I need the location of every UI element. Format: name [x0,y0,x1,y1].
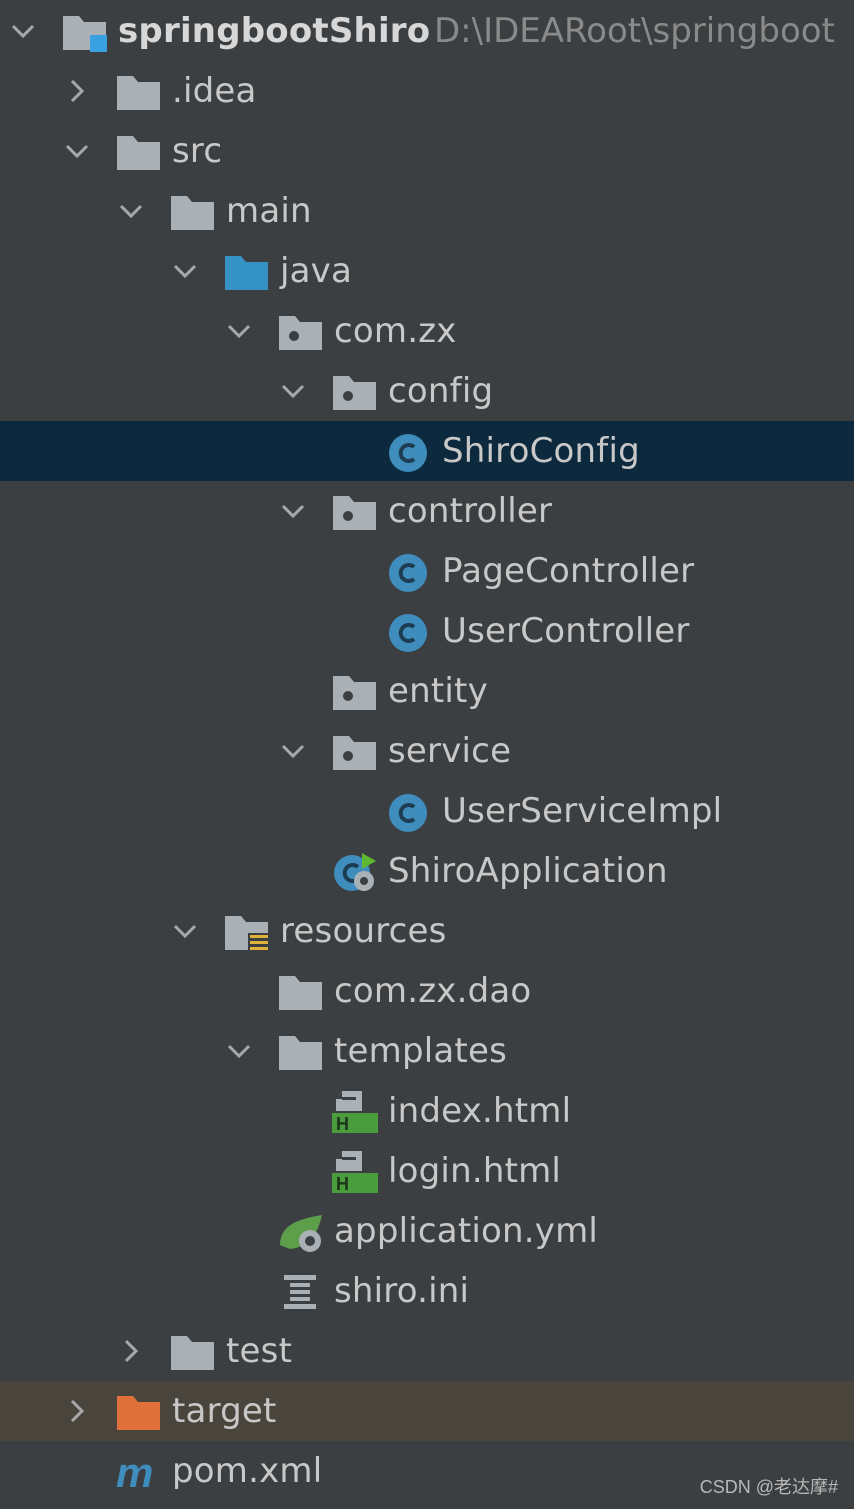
spring-config-icon [278,1211,324,1253]
project-name: springbootShiro [118,11,431,51]
project-path: D:\IDEARoot\springboot [434,11,835,51]
package-icon [332,371,378,413]
package-icon [332,731,378,773]
module-folder-icon [62,11,108,53]
folder-icon [116,131,162,173]
chevron-down-icon[interactable] [280,498,306,524]
tree-node-label: application.yml [334,1211,599,1251]
tree-node-label: .idea [172,71,257,111]
svg-text:H: H [336,1114,349,1133]
class-icon [386,611,432,653]
chevron-down-icon[interactable] [10,18,36,44]
html-file-icon: H [332,1091,378,1133]
chevron-right-icon[interactable] [64,78,90,104]
resources-folder-icon [224,911,270,953]
tree-node-label: pom.xml [172,1451,323,1491]
chevron-right-icon[interactable] [64,1398,90,1424]
tree-node-label: shiro.ini [334,1271,470,1311]
folder-icon [278,971,324,1013]
class-icon [386,791,432,833]
package-icon [278,311,324,353]
tree-node-controller[interactable]: controller [0,481,854,541]
tree-node-target[interactable]: target [0,1381,854,1441]
tree-node-label: login.html [388,1151,562,1191]
folder-icon [170,191,216,233]
spring-boot-run-icon [332,851,378,893]
tree-node-label: resources [280,911,447,951]
tree-node-label: com.zx.dao [334,971,532,1011]
tree-node-java[interactable]: java [0,241,854,301]
ini-file-icon [278,1271,324,1313]
tree-node-label: com.zx [334,311,457,351]
tree-node-idea[interactable]: .idea [0,61,854,121]
tree-node-label: java [280,251,353,291]
tree-node-label: target [172,1391,277,1431]
maven-icon: m [116,1451,162,1493]
tree-node-user-controller[interactable]: UserController [0,601,854,661]
chevron-down-icon[interactable] [172,918,198,944]
tree-node-label: controller [388,491,553,531]
chevron-down-icon[interactable] [118,198,144,224]
chevron-down-icon[interactable] [64,138,90,164]
svg-text:H: H [336,1174,349,1193]
tree-node-label: entity [388,671,488,711]
tree-node-shiro-config[interactable]: ShiroConfig [0,421,854,481]
tree-node-templates[interactable]: templates [0,1021,854,1081]
project-tree: springbootShiro D:\IDEARoot\springboot .… [0,0,854,1509]
tree-node-index-html[interactable]: H index.html [0,1081,854,1141]
folder-icon [278,1031,324,1073]
chevron-down-icon[interactable] [172,258,198,284]
tree-node-label: UserServiceImpl [442,791,723,831]
package-icon [332,491,378,533]
chevron-down-icon[interactable] [280,378,306,404]
class-icon [386,551,432,593]
tree-node-shiro-ini[interactable]: shiro.ini [0,1261,854,1321]
tree-node-page-controller[interactable]: PageController [0,541,854,601]
tree-node-label: index.html [388,1091,572,1131]
watermark: CSDN @老达摩# [699,1477,838,1497]
tree-node-label: PageController [442,551,695,591]
tree-node-label: config [388,371,494,411]
svg-text:m: m [116,1451,153,1493]
tree-node-label: templates [334,1031,507,1071]
tree-node-label: ShiroApplication [388,851,668,891]
tree-node-resources[interactable]: resources [0,901,854,961]
html-file-icon: H [332,1151,378,1193]
tree-node-shiro-application[interactable]: ShiroApplication [0,841,854,901]
tree-node-service[interactable]: service [0,721,854,781]
tree-node-entity[interactable]: entity [0,661,854,721]
tree-node-label: UserController [442,611,690,651]
chevron-down-icon[interactable] [226,318,252,344]
package-icon [332,671,378,713]
tree-node-application-yml[interactable]: application.yml [0,1201,854,1261]
tree-node-user-service-impl[interactable]: UserServiceImpl [0,781,854,841]
tree-node-login-html[interactable]: H login.html [0,1141,854,1201]
class-icon [386,431,432,473]
chevron-right-icon[interactable] [118,1338,144,1364]
folder-icon [170,1331,216,1373]
tree-node-src[interactable]: src [0,121,854,181]
excluded-folder-icon [116,1391,162,1433]
tree-node-label: service [388,731,512,771]
tree-node-label: test [226,1331,293,1371]
tree-node-main[interactable]: main [0,181,854,241]
tree-node-com-zx[interactable]: com.zx [0,301,854,361]
tree-node-label: ShiroConfig [442,431,640,471]
tree-node-test[interactable]: test [0,1321,854,1381]
chevron-down-icon[interactable] [226,1038,252,1064]
tree-node-config[interactable]: config [0,361,854,421]
tree-node-label: src [172,131,223,171]
tree-node-com-zx-dao[interactable]: com.zx.dao [0,961,854,1021]
tree-node-project-root[interactable]: springbootShiro D:\IDEARoot\springboot [0,1,854,61]
tree-node-label: main [226,191,312,231]
chevron-down-icon[interactable] [280,738,306,764]
source-folder-icon [224,251,270,293]
folder-icon [116,71,162,113]
